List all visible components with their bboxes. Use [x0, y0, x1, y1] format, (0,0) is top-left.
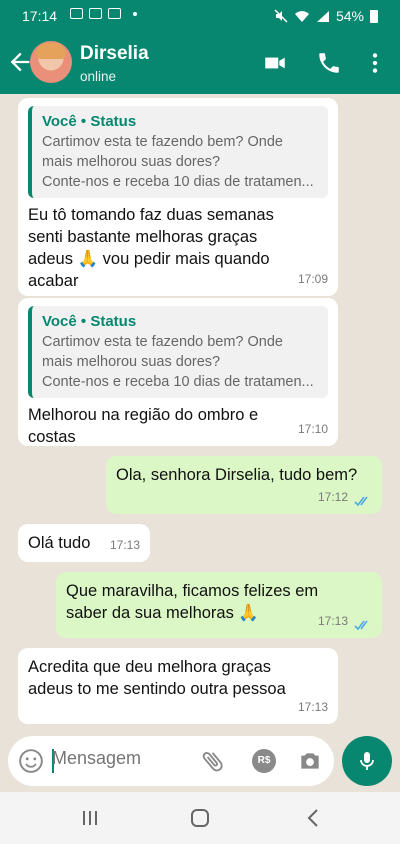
app-notification-icon — [108, 8, 121, 19]
message-bubble-incoming[interactable]: Acredita que deu melhora graças adeus to… — [18, 648, 338, 724]
status-time: 17:14 — [22, 8, 58, 24]
more-vert-icon[interactable] — [362, 50, 388, 76]
battery-percent: 54% — [335, 8, 364, 24]
message-text: Ola, senhora Dirselia, tudo bem? — [116, 466, 358, 484]
quote-line: Cartimov esta te fazendo bem? Onde — [42, 334, 283, 350]
mic-button[interactable] — [342, 736, 392, 786]
signal-icon — [316, 10, 329, 22]
status-bar: 17:14 54% — [0, 0, 400, 32]
message-bubble-incoming[interactable]: Você • Status Cartimov esta te fazendo b… — [18, 98, 338, 296]
quote-title: Você • Status — [42, 113, 137, 130]
camera-icon[interactable] — [297, 748, 323, 774]
rs-payment-icon[interactable]: R$ — [252, 749, 276, 773]
message-bubble-outgoing[interactable]: Ola, senhora Dirselia, tudo bem? 17:12 — [106, 456, 382, 514]
quote-title: Você • Status — [42, 313, 137, 330]
message-line: Acredita que deu melhora graças — [28, 658, 272, 676]
message-line: Melhorou na região do ombro e — [28, 406, 259, 424]
recent-apps-icon[interactable] — [78, 806, 102, 830]
message-time: 17:13 — [297, 700, 328, 714]
message-line: senti bastante melhoras graças — [28, 228, 258, 246]
quote-line: Conte-nos e receba 10 dias de tratamen..… — [42, 174, 314, 190]
chat-header: Dirselia online — [0, 32, 400, 94]
quote-line: Conte-nos e receba 10 dias de tratamen..… — [42, 374, 314, 390]
contact-status: online — [80, 69, 117, 84]
contact-name[interactable]: Dirselia — [80, 43, 149, 65]
message-line: adeus to me sentindo outra pessoa — [28, 680, 286, 698]
quote-line: mais melhorou suas dores? — [42, 354, 221, 370]
message-line: Eu tô tomando faz duas semanas — [28, 206, 274, 224]
read-ticks-icon — [354, 620, 368, 631]
message-bubble-incoming[interactable]: Olá tudo 17:13 — [18, 524, 150, 562]
quoted-status[interactable]: Você • Status Cartimov esta te fazendo b… — [28, 306, 328, 398]
message-time: 17:09 — [297, 272, 328, 286]
quote-line: Cartimov esta te fazendo bem? Onde — [42, 134, 283, 150]
mic-icon — [360, 752, 374, 770]
message-text: Melhorou na região do ombro e costas — [28, 404, 328, 448]
image-notification-icon — [70, 8, 83, 19]
message-time: 17:12 — [317, 490, 348, 504]
more-notifications-icon — [133, 11, 137, 16]
battery-icon — [370, 9, 378, 23]
avatar[interactable] — [30, 41, 72, 83]
emoji-icon[interactable] — [18, 748, 44, 774]
back-nav-icon[interactable] — [302, 806, 326, 830]
message-text: Eu tô tomando faz duas semanas senti bas… — [28, 204, 328, 292]
message-input[interactable] — [52, 748, 182, 769]
quote-line: mais melhorou suas dores? — [42, 154, 221, 170]
mute-icon — [274, 9, 288, 23]
message-time: 17:13 — [109, 538, 140, 552]
screen-notification-icon — [89, 8, 102, 19]
system-navigation-bar — [0, 792, 400, 844]
notification-icons — [70, 8, 137, 19]
message-input-bar: R$ — [8, 736, 334, 786]
chat-area[interactable]: Você • Status Cartimov esta te fazendo b… — [0, 94, 400, 734]
paperclip-icon[interactable] — [200, 748, 226, 774]
message-line: adeus 🙏 vou pedir mais quando — [28, 250, 270, 268]
message-line: costas — [28, 428, 76, 446]
message-time: 17:10 — [297, 422, 328, 436]
home-icon[interactable] — [188, 806, 212, 830]
video-call-icon[interactable] — [262, 50, 288, 76]
phone-icon[interactable] — [316, 50, 342, 76]
quoted-status[interactable]: Você • Status Cartimov esta te fazendo b… — [28, 106, 328, 198]
message-line: Que maravilha, ficamos felizes em — [66, 582, 319, 600]
message-time: 17:13 — [317, 614, 348, 628]
message-bubble-incoming[interactable]: Você • Status Cartimov esta te fazendo b… — [18, 298, 338, 446]
message-bubble-outgoing[interactable]: Que maravilha, ficamos felizes em saber … — [56, 572, 382, 638]
message-line: acabar — [28, 272, 79, 290]
quote-text: Cartimov esta te fazendo bem? Onde mais … — [42, 132, 318, 192]
wifi-icon — [294, 10, 309, 22]
system-icons: 54% — [274, 8, 378, 24]
quote-text: Cartimov esta te fazendo bem? Onde mais … — [42, 332, 318, 392]
read-ticks-icon — [354, 496, 368, 507]
